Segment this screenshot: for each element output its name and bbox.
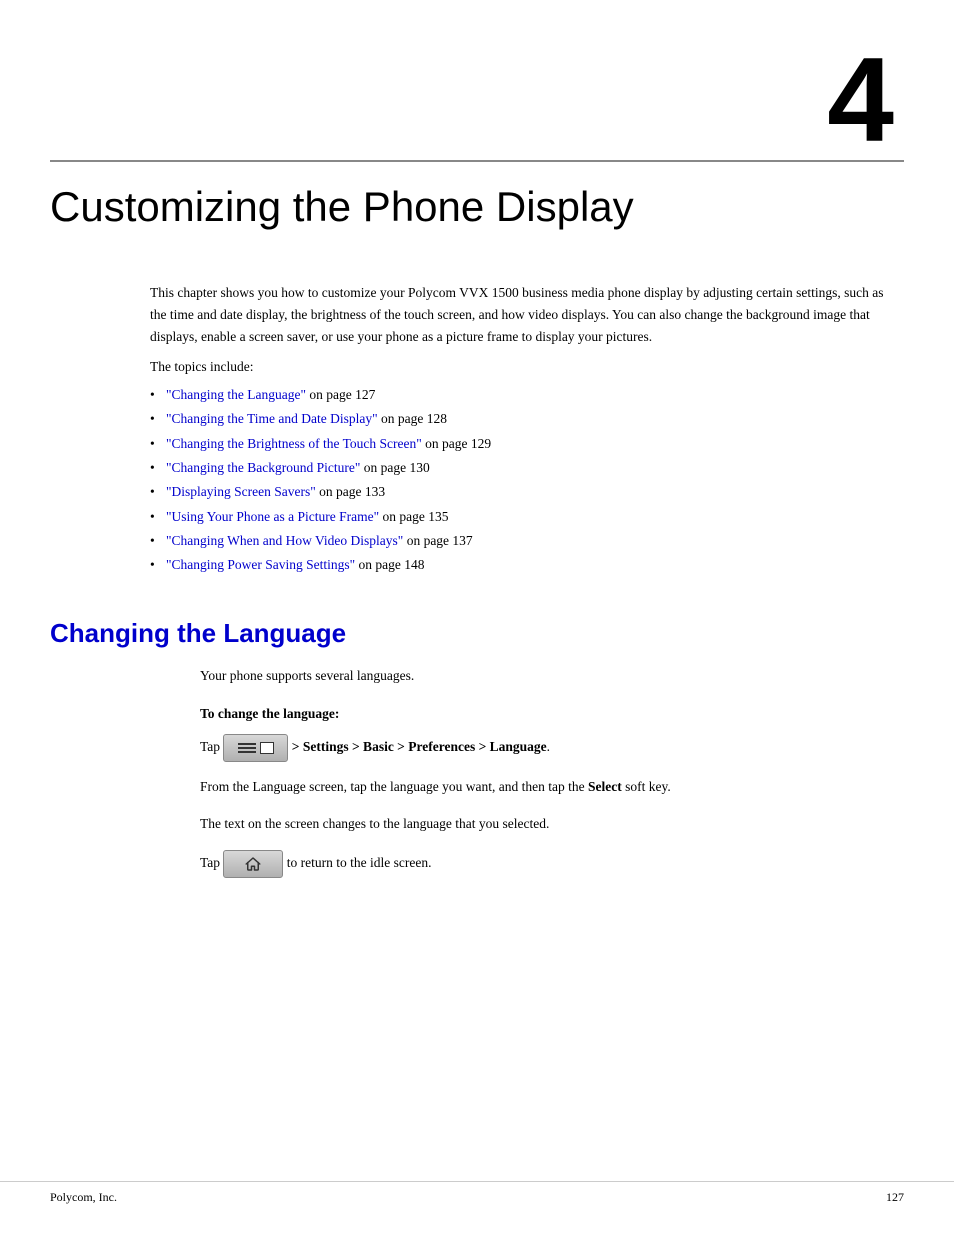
home-icon-svg	[244, 855, 262, 873]
list-item: "Displaying Screen Savers" on page 133	[150, 480, 894, 504]
link-time-date[interactable]: "Changing the Time and Date Display"	[166, 411, 378, 426]
step1-pre: Tap	[200, 739, 220, 754]
link-power-saving[interactable]: "Changing Power Saving Settings"	[166, 557, 355, 572]
step1-period: .	[547, 739, 550, 754]
step4-pre: Tap	[200, 855, 220, 870]
menu-line-1	[238, 743, 256, 745]
step-3: The text on the screen changes to the la…	[200, 813, 844, 836]
section-intro: Your phone supports several languages.	[200, 665, 844, 687]
page-ref-4: on page 130	[360, 460, 429, 475]
step2-text: From the Language screen, tap the langua…	[200, 779, 585, 794]
section-body: Your phone supports several languages. T…	[200, 665, 844, 878]
list-item: "Using Your Phone as a Picture Frame" on…	[150, 505, 894, 529]
intro-block: This chapter shows you how to customize …	[150, 282, 894, 577]
page-ref-3: on page 129	[422, 436, 491, 451]
step-2: From the Language screen, tap the langua…	[200, 776, 844, 799]
section-heading: Changing the Language	[50, 618, 904, 649]
page-ref-5: on page 133	[316, 484, 385, 499]
section-changing-language: Changing the Language Your phone support…	[50, 618, 904, 878]
footer-company: Polycom, Inc.	[50, 1190, 117, 1205]
list-item: "Changing the Time and Date Display" on …	[150, 407, 894, 431]
link-picture-frame[interactable]: "Using Your Phone as a Picture Frame"	[166, 509, 379, 524]
home-button-icon[interactable]	[223, 850, 283, 878]
list-item: "Changing When and How Video Displays" o…	[150, 529, 894, 553]
step-4: Tap to return to the idle screen.	[200, 850, 844, 878]
link-brightness[interactable]: "Changing the Brightness of the Touch Sc…	[166, 436, 422, 451]
page-ref-6: on page 135	[379, 509, 448, 524]
chapter-number-area: 4	[0, 0, 954, 160]
topics-list: "Changing the Language" on page 127 "Cha…	[150, 383, 894, 577]
menu-button-icon[interactable]	[223, 734, 288, 762]
page-ref-2: on page 128	[378, 411, 447, 426]
page-footer: Polycom, Inc. 127	[0, 1181, 954, 1205]
list-item: "Changing Power Saving Settings" on page…	[150, 553, 894, 577]
menu-line-2	[238, 747, 256, 749]
step3-text: The text on the screen changes to the la…	[200, 816, 549, 831]
list-item: "Changing the Background Picture" on pag…	[150, 456, 894, 480]
page-ref-1: on page 127	[306, 387, 375, 402]
menu-square	[260, 742, 274, 754]
page-ref-8: on page 148	[355, 557, 424, 572]
procedure-heading: To change the language:	[200, 706, 844, 722]
list-item: "Changing the Brightness of the Touch Sc…	[150, 432, 894, 456]
menu-lines	[238, 743, 256, 753]
step4-post: to return to the idle screen.	[287, 855, 432, 870]
step2-post: soft key.	[625, 779, 671, 794]
intro-paragraph: This chapter shows you how to customize …	[150, 282, 894, 347]
chapter-title: Customizing the Phone Display	[50, 182, 904, 232]
link-background[interactable]: "Changing the Background Picture"	[166, 460, 360, 475]
menu-line-3	[238, 751, 256, 753]
link-screensavers[interactable]: "Displaying Screen Savers"	[166, 484, 316, 499]
step2-bold: Select	[588, 779, 622, 794]
footer-page-number: 127	[886, 1190, 904, 1205]
page-ref-7: on page 137	[403, 533, 472, 548]
list-item: "Changing the Language" on page 127	[150, 383, 894, 407]
step-1: Tap > Settings > Basic > Preferences > L…	[200, 734, 844, 762]
step1-path: > Settings > Basic > Preferences > Langu…	[292, 739, 547, 754]
topics-label: The topics include:	[150, 359, 894, 375]
link-video[interactable]: "Changing When and How Video Displays"	[166, 533, 403, 548]
link-language[interactable]: "Changing the Language"	[166, 387, 306, 402]
chapter-number: 4	[827, 33, 894, 167]
chapter-divider	[50, 160, 904, 162]
page-container: 4 Customizing the Phone Display This cha…	[0, 0, 954, 1235]
